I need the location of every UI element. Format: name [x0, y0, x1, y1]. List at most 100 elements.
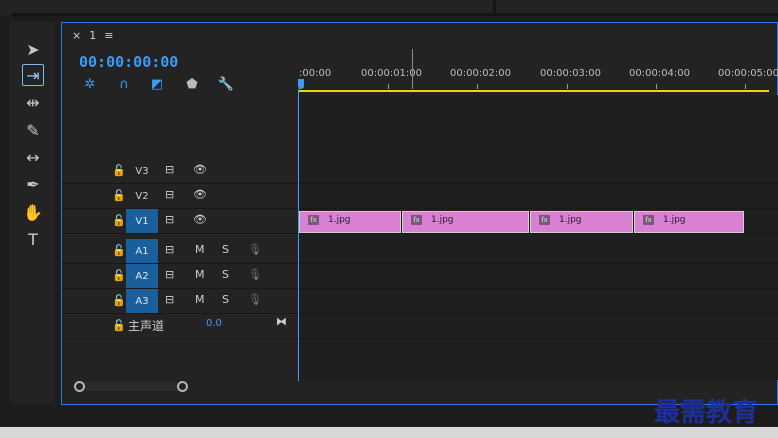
microphone-icon[interactable]: 🎙	[248, 293, 262, 306]
sync-lock-icon[interactable]: ⊟	[165, 163, 174, 176]
track-row-a3: 🔓 A3 ⊟ M S 🎙	[62, 289, 778, 314]
ruler-tick	[567, 84, 568, 89]
sync-lock-icon[interactable]: ⊟	[165, 268, 174, 281]
fx-badge-icon: fx	[411, 215, 422, 225]
lock-icon[interactable]: 🔓	[112, 164, 126, 177]
scrollbar-left-handle[interactable]	[74, 381, 85, 392]
track-header: 🔓 V3 ⊟ 👁	[62, 159, 298, 183]
track-row-a2: 🔓 A2 ⊟ M S 🎙	[62, 264, 778, 289]
fx-badge-icon: fx	[308, 215, 319, 225]
ruler-tick	[656, 84, 657, 89]
track-row-v3: 🔓 V3 ⊟ 👁	[62, 159, 778, 184]
ruler-label: 00:00:04:00	[629, 68, 691, 79]
lock-icon[interactable]: 🔓	[112, 319, 126, 332]
timeline-zoom-scrollbar[interactable]	[74, 381, 188, 392]
fx-badge-icon: fx	[643, 215, 654, 225]
watermark-logo: 最需教育	[654, 398, 759, 428]
fx-badge-icon: fx	[539, 215, 550, 225]
lock-icon[interactable]: 🔓	[112, 189, 126, 202]
track-row-master: 🔓 主声道 0.0 ⧓	[62, 314, 778, 339]
razor-tool-icon[interactable]: ✎	[22, 119, 44, 141]
ruler-label: :00:00	[299, 68, 332, 79]
track-name[interactable]: V3	[126, 159, 158, 183]
track-header: 🔓 V2 ⊟ 👁	[62, 184, 298, 208]
slip-tool-icon[interactable]: ↔	[22, 146, 44, 168]
ruler-tick	[388, 84, 389, 89]
clip[interactable]: fx 1.jpg	[402, 211, 529, 233]
lock-icon[interactable]: 🔓	[112, 269, 126, 282]
lock-icon[interactable]: 🔓	[112, 214, 126, 227]
playhead-handle[interactable]	[298, 79, 304, 89]
go-to-next-edit-icon[interactable]: ⧓	[276, 315, 287, 328]
track-name[interactable]: A3	[126, 289, 158, 313]
close-tab-icon[interactable]: ×	[72, 29, 81, 42]
hover-indicator-line	[412, 49, 413, 89]
ruler-tick	[477, 84, 478, 89]
solo-button[interactable]: S	[222, 268, 229, 281]
eye-icon[interactable]: 👁	[193, 163, 207, 176]
work-area-bar[interactable]	[299, 90, 769, 92]
track-header: 🔓 A1 ⊟ M S 🎙	[62, 239, 298, 263]
master-track-label: 主声道	[128, 319, 165, 333]
clip-name: 1.jpg	[663, 215, 686, 225]
pen-tool-icon[interactable]: ✒	[22, 173, 44, 195]
track-select-tool-icon[interactable]: ⇥	[22, 64, 44, 86]
clip[interactable]: fx 1.jpg	[530, 211, 633, 233]
track-row-a1: 🔓 A1 ⊟ M S 🎙	[62, 239, 778, 264]
panel-divider-horizontal	[11, 13, 778, 16]
track-row-v1: 🔓 V1 ⊟ 👁 fx 1.jpg fx 1.jpg fx 1.jpg fx 1…	[62, 209, 778, 234]
eye-icon[interactable]: 👁	[193, 213, 207, 226]
snap-magnet-icon[interactable]: ∩	[115, 75, 133, 93]
eye-icon[interactable]: 👁	[193, 188, 207, 201]
microphone-icon[interactable]: 🎙	[248, 268, 262, 281]
microphone-icon[interactable]: 🎙	[248, 243, 262, 256]
hand-tool-icon[interactable]: ✋	[22, 201, 44, 223]
lock-icon[interactable]: 🔓	[112, 294, 126, 307]
clip-name: 1.jpg	[431, 215, 454, 225]
track-name[interactable]: A1	[126, 239, 158, 263]
track-header: 🔓 主声道 0.0 ⧓	[62, 314, 298, 338]
lock-icon[interactable]: 🔓	[112, 244, 126, 257]
track-name[interactable]: A2	[126, 264, 158, 288]
clip-name: 1.jpg	[559, 215, 582, 225]
ruler-tick	[745, 84, 746, 89]
mute-button[interactable]: M	[195, 243, 205, 256]
time-ruler[interactable]: :00:00 00:00:01:00 00:00:02:00 00:00:03:…	[299, 46, 778, 94]
linked-selection-icon[interactable]: ◩	[148, 75, 166, 93]
scrollbar-right-handle[interactable]	[177, 381, 188, 392]
clip[interactable]: fx 1.jpg	[634, 211, 744, 233]
sync-lock-icon[interactable]: ⊟	[165, 213, 174, 226]
selection-tool-icon[interactable]: ➤	[22, 38, 44, 60]
panel-menu-icon[interactable]: ≡	[104, 29, 113, 42]
sync-lock-icon[interactable]: ⊟	[165, 188, 174, 201]
snap-nested-icon[interactable]: ✲	[81, 75, 99, 93]
sequence-tab[interactable]: × 1 ≡	[72, 29, 113, 42]
tools-panel: ➤ ⇥ ⇹ ✎ ↔ ✒ ✋ T	[10, 22, 55, 404]
solo-button[interactable]: S	[222, 243, 229, 256]
solo-button[interactable]: S	[222, 293, 229, 306]
track-header: 🔓 A2 ⊟ M S 🎙	[62, 264, 298, 288]
ruler-label: 00:00:03:00	[540, 68, 602, 79]
sync-lock-icon[interactable]: ⊟	[165, 243, 174, 256]
playhead-timecode[interactable]: 00:00:00:00	[79, 53, 178, 71]
add-marker-icon[interactable]: ⬟	[183, 75, 201, 93]
timeline-panel: × 1 ≡ 00:00:00:00 ✲ ∩ ◩ ⬟ 🔧 :00:00 00:00…	[61, 22, 778, 405]
clip[interactable]: fx 1.jpg	[299, 211, 401, 233]
settings-wrench-icon[interactable]: 🔧	[217, 75, 235, 93]
track-name[interactable]: V1	[126, 209, 158, 233]
master-volume-value[interactable]: 0.0	[206, 318, 222, 329]
track-header: 🔓 V1 ⊟ 👁	[62, 209, 298, 233]
sync-lock-icon[interactable]: ⊟	[165, 293, 174, 306]
clip-name: 1.jpg	[328, 215, 351, 225]
ripple-edit-tool-icon[interactable]: ⇹	[22, 91, 44, 113]
track-name[interactable]: V2	[126, 184, 158, 208]
track-header: 🔓 A3 ⊟ M S 🎙	[62, 289, 298, 313]
ruler-label: 00:00:02:00	[450, 68, 512, 79]
playhead-line	[298, 89, 299, 381]
ruler-label: 00:00:05:00	[718, 68, 778, 79]
mute-button[interactable]: M	[195, 268, 205, 281]
mute-button[interactable]: M	[195, 293, 205, 306]
top-panel-bar	[0, 0, 778, 16]
type-tool-icon[interactable]: T	[22, 228, 44, 250]
sequence-name: 1	[89, 29, 97, 42]
